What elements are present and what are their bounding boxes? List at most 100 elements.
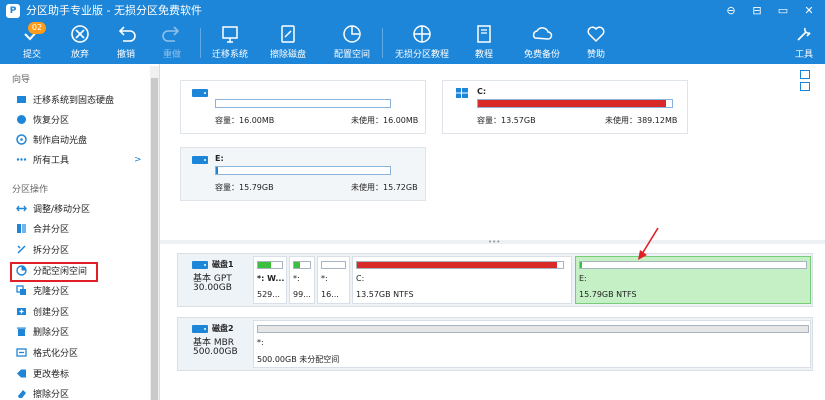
- sidebar-scrollbar-thumb[interactable]: [151, 78, 158, 400]
- annotation-highlight-box: [10, 262, 98, 282]
- wipe-disk-icon: [277, 23, 299, 45]
- partition-block[interactable]: *: W... 529...: [253, 256, 287, 304]
- sidebar-item-all-tools[interactable]: 所有工具: [16, 153, 146, 169]
- discard-icon: [69, 23, 91, 45]
- settings-icon[interactable]: ⊖: [720, 2, 742, 20]
- disk-row[interactable]: 磁盘1 基本 GPT 30.00GB *: W... 529... *: 99.…: [177, 253, 813, 307]
- sponsor-icon: [585, 23, 607, 45]
- toolbar: 提交 02 放弃 撤销 重做 迁移系统 擦除磁盘 配置空间 无损分区教程 教程 …: [0, 22, 825, 64]
- usage-bar-fill: [478, 100, 666, 107]
- sidebar-item-format[interactable]: 格式化分区: [16, 346, 146, 362]
- tools-icon: [793, 23, 815, 45]
- menu-icon[interactable]: ⊟: [746, 2, 768, 20]
- format-icon: [16, 347, 27, 358]
- migrate-os-icon: [219, 23, 241, 45]
- pending-count-badge: 02: [28, 22, 46, 34]
- disk-row[interactable]: 磁盘2 基本 MBR 500.00GB *: 500.00GB 未分配空间: [177, 317, 813, 371]
- disk-icon: [16, 94, 27, 105]
- partition-usage-bar: [579, 261, 807, 269]
- chevron-right-icon: >: [134, 155, 142, 165]
- partition-usage-fill: [258, 262, 271, 268]
- clone-icon: [16, 285, 27, 296]
- wipe-disk-button[interactable]: 擦除磁盘: [266, 22, 310, 64]
- disk-info: 磁盘2 基本 MBR 500.00GB: [192, 324, 238, 357]
- hard-drive-icon: [191, 87, 209, 99]
- partition-card[interactable]: E: 容量：15.79GB 未使用：15.72GB: [180, 147, 426, 201]
- grid-view-icon[interactable]: [800, 70, 810, 79]
- partition-usage-bar: [321, 261, 346, 269]
- more-icon: [16, 154, 27, 165]
- allocate-space-button[interactable]: 配置空间: [330, 22, 374, 64]
- sidebar-item-split[interactable]: 拆分分区: [16, 243, 146, 259]
- view-toggle[interactable]: [798, 68, 812, 96]
- partition-block[interactable]: *: 16...: [317, 256, 350, 304]
- sidebar-item-wipe-partition[interactable]: 擦除分区: [16, 387, 146, 400]
- migrate-os-button[interactable]: 迁移系统: [208, 22, 252, 64]
- partition-usage-fill: [580, 262, 582, 268]
- toolbar-separator: [382, 28, 383, 58]
- partition-card[interactable]: C: 容量：13.57GB 未使用：389.12MB: [442, 80, 688, 134]
- content-footer: [160, 378, 825, 400]
- eraser-icon: [16, 388, 27, 399]
- usage-bar: [215, 99, 391, 108]
- partition-block[interactable]: *: 500.00GB 未分配空间: [253, 320, 811, 368]
- sidebar-item-recover-partition[interactable]: 恢复分区: [16, 113, 146, 129]
- book-icon: [473, 23, 495, 45]
- partition-usage-bar: [356, 261, 564, 269]
- splitter-handle-icon[interactable]: •••: [488, 239, 500, 246]
- sidebar-item-migrate-os[interactable]: 迁移系统到固态硬盘: [16, 93, 146, 109]
- partition-block[interactable]: C: 13.57GB NTFS: [352, 256, 572, 304]
- close-button[interactable]: ✕: [798, 2, 820, 20]
- split-icon: [16, 244, 27, 255]
- tools-button[interactable]: 工具: [786, 22, 822, 64]
- sidebar-item-create[interactable]: 创建分区: [16, 305, 146, 321]
- disc-icon: [16, 134, 27, 145]
- usage-bar-fill: [216, 167, 218, 174]
- sidebar-item-boot-disc[interactable]: 制作启动光盘: [16, 133, 146, 149]
- redo-icon: [161, 23, 183, 45]
- sidebar-item-clone[interactable]: 克隆分区: [16, 284, 146, 300]
- partition-usage-bar: [293, 261, 311, 269]
- sidebar-item-resize-move[interactable]: 调整/移动分区: [16, 202, 146, 218]
- window-title: 分区助手专业版 - 无损分区免费软件: [26, 4, 202, 17]
- usage-bar: [477, 99, 673, 108]
- redo-button[interactable]: 重做: [154, 22, 190, 64]
- tutorial-icon: [411, 23, 433, 45]
- create-icon: [16, 306, 27, 317]
- allocate-space-icon: [341, 23, 363, 45]
- partition-tutorial-button[interactable]: 无损分区教程: [392, 22, 452, 64]
- tutorial-button[interactable]: 教程: [466, 22, 502, 64]
- partition-card[interactable]: 容量：16.00MB 未使用：16.00MB: [180, 80, 426, 134]
- partition-usage-bar: [257, 325, 809, 333]
- sidebar-item-delete[interactable]: 删除分区: [16, 325, 146, 341]
- undo-button[interactable]: 撤销: [108, 22, 144, 64]
- sidebar-item-merge[interactable]: 合并分区: [16, 222, 146, 238]
- sponsor-button[interactable]: 赞助: [578, 22, 614, 64]
- free-backup-button[interactable]: 免费备份: [520, 22, 564, 64]
- merge-icon: [16, 223, 27, 234]
- hard-drive-icon: [192, 324, 210, 334]
- partition-block[interactable]: *: 99...: [289, 256, 315, 304]
- wizard-header: 向导: [12, 75, 31, 85]
- hard-drive-icon: [191, 154, 209, 166]
- windows-logo-icon: [453, 87, 471, 99]
- backup-icon: [531, 23, 553, 45]
- partition-usage-fill: [357, 262, 557, 268]
- top-bar: P 分区助手专业版 - 无损分区免费软件 ⊖ ⊟ ▭ ✕ 提交 02 放弃 撤销: [0, 0, 825, 64]
- partition-usage-bar: [257, 261, 283, 269]
- list-view-icon[interactable]: [800, 82, 810, 91]
- minimize-button[interactable]: ▭: [772, 2, 794, 20]
- delete-icon: [16, 326, 27, 337]
- app-window: P 分区助手专业版 - 无损分区免费软件 ⊖ ⊟ ▭ ✕ 提交 02 放弃 撤销: [0, 0, 825, 400]
- usage-bar: [215, 166, 391, 175]
- sidebar-item-change-label[interactable]: 更改卷标: [16, 367, 146, 383]
- recover-icon: [16, 114, 27, 125]
- disk-info: 磁盘1 基本 GPT 30.00GB: [192, 260, 234, 293]
- partition-block-selected[interactable]: E: 15.79GB NTFS: [575, 256, 811, 304]
- annotation-arrow-icon: [638, 227, 659, 260]
- resize-icon: [16, 203, 27, 214]
- undo-icon: [115, 23, 137, 45]
- hard-drive-icon: [192, 260, 210, 270]
- discard-button[interactable]: 放弃: [62, 22, 98, 64]
- partition-ops-header: 分区操作: [12, 185, 49, 195]
